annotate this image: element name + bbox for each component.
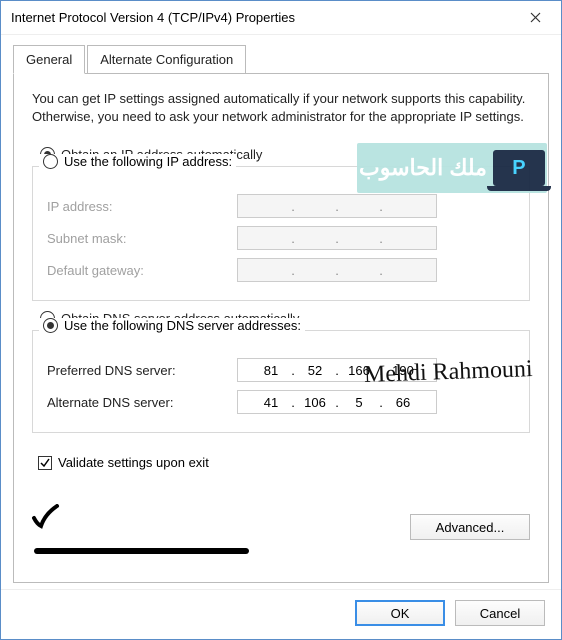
- radio-icon: [43, 318, 58, 333]
- default-gateway-input: ...: [237, 258, 437, 282]
- tab-alternate[interactable]: Alternate Configuration: [87, 45, 246, 74]
- checkbox-icon: [38, 456, 52, 470]
- window-title: Internet Protocol Version 4 (TCP/IPv4) P…: [11, 10, 513, 25]
- alternate-dns-input[interactable]: 41. 106. 5. 66: [237, 390, 437, 414]
- annotation-underline: [34, 548, 249, 554]
- ip-manual-group: Use the following IP address: IP address…: [32, 166, 530, 301]
- properties-dialog: Internet Protocol Version 4 (TCP/IPv4) P…: [0, 0, 562, 640]
- close-icon: [530, 12, 541, 23]
- radio-dns-manual-label: Use the following DNS server addresses:: [64, 318, 301, 333]
- default-gateway-label: Default gateway:: [47, 263, 237, 278]
- preferred-dns-label: Preferred DNS server:: [47, 363, 237, 378]
- cancel-button[interactable]: Cancel: [455, 600, 545, 626]
- tab-strip: General Alternate Configuration: [13, 45, 549, 74]
- radio-ip-manual-label: Use the following IP address:: [64, 154, 232, 169]
- subnet-mask-input: ...: [237, 226, 437, 250]
- ip-address-input: ...: [237, 194, 437, 218]
- radio-dns-manual[interactable]: Use the following DNS server addresses:: [39, 318, 305, 333]
- close-button[interactable]: [513, 3, 557, 33]
- titlebar: Internet Protocol Version 4 (TCP/IPv4) P…: [1, 1, 561, 35]
- preferred-dns-input[interactable]: 81. 52. 166. 190: [237, 358, 437, 382]
- dns-manual-group: Use the following DNS server addresses: …: [32, 330, 530, 433]
- validate-label: Validate settings upon exit: [58, 455, 209, 470]
- ok-button[interactable]: OK: [355, 600, 445, 626]
- subnet-mask-label: Subnet mask:: [47, 231, 237, 246]
- advanced-button[interactable]: Advanced...: [410, 514, 530, 540]
- annotation-checkmark: [31, 504, 61, 530]
- dialog-content: General Alternate Configuration You can …: [1, 35, 561, 589]
- tab-panel-general: You can get IP settings assigned automat…: [13, 73, 549, 583]
- ip-address-label: IP address:: [47, 199, 237, 214]
- tab-general[interactable]: General: [13, 45, 85, 74]
- description-text: You can get IP settings assigned automat…: [32, 90, 530, 125]
- radio-ip-manual[interactable]: Use the following IP address:: [39, 154, 236, 169]
- alternate-dns-label: Alternate DNS server:: [47, 395, 237, 410]
- dialog-button-row: OK Cancel: [1, 589, 561, 639]
- validate-checkbox-row[interactable]: Validate settings upon exit: [38, 455, 530, 470]
- radio-icon: [43, 154, 58, 169]
